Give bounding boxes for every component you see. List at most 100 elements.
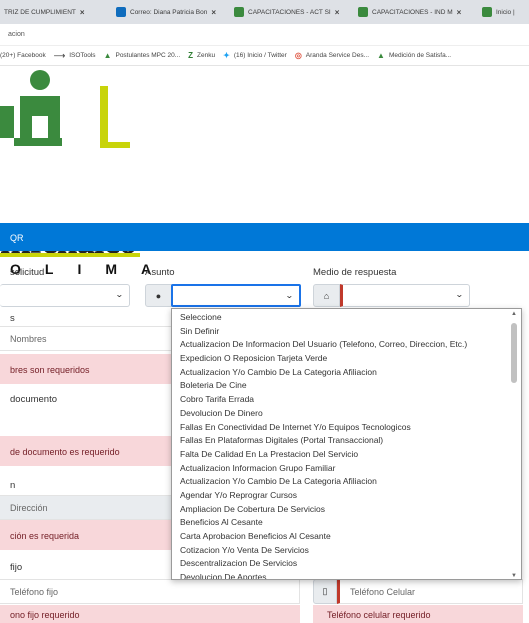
asunto-option[interactable]: Actualizacion De Informacion Del Usuario…	[180, 338, 510, 352]
asunto-option[interactable]: Devolucion De Aportes	[180, 571, 510, 579]
bookmark-label: Medición de Satisfa...	[388, 52, 452, 59]
documento-label: documento	[10, 394, 58, 405]
asunto-option[interactable]: Carta Aprobacion Beneficios Al Cesante	[180, 530, 510, 544]
tab-title: CAPACITACIONES - ACT SI	[248, 8, 331, 16]
asunto-addon: ●	[145, 284, 172, 307]
telefono-celular-placeholder: Teléfono Celular	[350, 587, 416, 597]
scroll-down-icon[interactable]: ▼	[511, 573, 517, 579]
asunto-option[interactable]: Agendar Y/o Reprograr Cursos	[180, 489, 510, 503]
address-text: acion	[8, 31, 25, 38]
close-tab-icon[interactable]: ×	[335, 8, 340, 17]
zenku-icon: Z	[188, 51, 194, 60]
asunto-option[interactable]: Cobro Tarifa Errada	[180, 393, 510, 407]
s-label: s	[10, 313, 15, 324]
browser-tab-bar: TRIZ DE CUMPLIMIENT × Correo: Diana Patr…	[0, 0, 529, 24]
n-label: n	[10, 480, 16, 491]
error-text: bres son requeridos	[10, 365, 90, 375]
outlook-icon	[116, 7, 126, 17]
bookmark-label: (20+) Facebook	[0, 52, 46, 59]
error-text: de documento es requerido	[10, 447, 120, 457]
medio-label: Medio de respuesta	[313, 267, 397, 278]
asunto-option[interactable]: Boleteria De Cine	[180, 379, 510, 393]
tab-title: Inicio |	[496, 8, 515, 16]
tab-title: TRIZ DE CUMPLIMIENT	[4, 8, 76, 16]
close-tab-icon[interactable]: ×	[211, 8, 216, 17]
scroll-thumb[interactable]	[511, 323, 517, 383]
telefono-celular-error: Teléfono celular requerido	[313, 605, 523, 623]
bookmark-label: Zenku	[197, 52, 216, 59]
bookmark-postulantes[interactable]: ▲ Postulantes MPC 20...	[104, 51, 181, 60]
arrow-icon: ⟶	[53, 51, 66, 60]
page-header: QR	[0, 223, 529, 251]
asunto-option[interactable]: Actualizacion Y/o Cambio De La Categoria…	[180, 475, 510, 489]
bookmark-twitter[interactable]: ✦ (16) Inicio / Twitter	[223, 51, 287, 60]
asunto-option[interactable]: Actualizacion Informacion Grupo Familiar	[180, 462, 510, 476]
medio-select[interactable]: ⌄	[340, 284, 470, 307]
asunto-option[interactable]: Cotizacion Y/o Venta De Servicios	[180, 544, 510, 558]
browser-tab[interactable]: Correo: Diana Patricia Bon ×	[112, 0, 230, 24]
telefono-celular-input[interactable]: Teléfono Celular	[337, 579, 523, 604]
asunto-option[interactable]: Falta De Calidad En La Prestacion Del Se…	[180, 448, 510, 462]
bank-icon	[358, 7, 368, 17]
bank-icon	[482, 7, 492, 17]
bookmark-zenku[interactable]: Z Zenku	[188, 51, 215, 60]
dropdown-scrollbar[interactable]: ▲ ▼	[510, 311, 519, 579]
bookmark-facebook[interactable]: (20+) Facebook	[0, 52, 46, 59]
telefono-fijo-input[interactable]: Teléfono fijo	[0, 579, 300, 604]
browser-tab[interactable]: CAPACITACIONES - ACT SI ×	[230, 0, 354, 24]
phone-icon: ▯	[322, 586, 328, 596]
aranda-icon: ◎	[294, 51, 302, 60]
bookmark-isotools[interactable]: ⟶ ISOTools	[54, 51, 96, 60]
bookmark-label: ISOTools	[69, 52, 96, 59]
medio-addon: ⌂	[313, 284, 340, 307]
asunto-option[interactable]: Ampliacion De Cobertura De Servicios	[180, 503, 510, 517]
nombres-placeholder: Nombres	[10, 334, 47, 344]
close-tab-icon[interactable]: ×	[80, 8, 85, 17]
error-text: Teléfono celular requerido	[327, 610, 431, 620]
address-bar[interactable]: acion	[0, 24, 529, 46]
twitter-icon: ✦	[223, 51, 230, 60]
asunto-option[interactable]: Seleccione	[180, 311, 510, 325]
bookmark-aranda[interactable]: ◎ Aranda Service Des...	[295, 51, 369, 60]
browser-tab[interactable]: CAPACITACIONES - IND M ×	[354, 0, 478, 24]
logo-figure-icon	[0, 70, 130, 148]
chevron-down-icon: ⌄	[455, 290, 465, 299]
solicitud-label: solicitud	[10, 267, 45, 278]
bookmarks-bar: (20+) Facebook ⟶ ISOTools ▲ Postulantes MP…	[0, 46, 529, 66]
error-text: ción es requerida	[10, 531, 80, 541]
chevron-down-icon: ⌄	[285, 291, 295, 300]
celular-addon: ▯	[313, 579, 337, 604]
asunto-option[interactable]: Beneficios Al Cesante	[180, 516, 510, 530]
asunto-option[interactable]: Fallas En Plataformas Digitales (Portal …	[180, 434, 510, 448]
tab-title: CAPACITACIONES - IND M	[372, 8, 453, 16]
error-text: ono fijo requerido	[10, 610, 80, 620]
telefono-fijo-error: ono fijo requerido	[0, 605, 300, 623]
bookmark-label: (16) Inicio / Twitter	[233, 52, 287, 59]
bank-icon	[234, 7, 244, 17]
asunto-select[interactable]: ⌄	[171, 284, 301, 307]
browser-tab[interactable]: Inicio |	[478, 0, 529, 24]
bookmark-medicion[interactable]: ▲ Medición de Satisfa...	[377, 51, 451, 60]
logo-bar	[0, 253, 140, 257]
asunto-option[interactable]: Devolucion De Dinero	[180, 407, 510, 421]
scroll-up-icon[interactable]: ▲	[511, 311, 517, 317]
solicitud-select[interactable]: ⌄	[0, 284, 130, 307]
asunto-option[interactable]: Actualizacion Y/o Cambio De La Categoria…	[180, 366, 510, 380]
bank-icon: ▲	[377, 51, 385, 60]
bookmark-label: Aranda Service Des...	[305, 52, 370, 59]
asunto-option[interactable]: Expedicion O Reposicion Tarjeta Verde	[180, 352, 510, 366]
tab-title: Correo: Diana Patricia Bon	[130, 8, 208, 16]
asunto-option[interactable]: Sin Definir	[180, 325, 510, 339]
asunto-label: Asunto	[145, 267, 175, 278]
asunto-option[interactable]: Fallas En Conectividad De Internet Y/o E…	[180, 421, 510, 435]
asunto-option[interactable]: Descentralizacion De Servicios	[180, 557, 510, 571]
asunto-dropdown-list[interactable]: Seleccione Sin Definir Actualizacion De In…	[171, 308, 522, 580]
bank-icon: ▲	[103, 51, 112, 60]
chevron-down-icon: ⌄	[115, 290, 125, 299]
browser-tab[interactable]: TRIZ DE CUMPLIMIENT ×	[0, 0, 112, 24]
page-title: QR	[10, 233, 24, 243]
home-icon: ⌂	[323, 290, 330, 301]
direccion-placeholder: Dirección	[10, 503, 48, 513]
comfenalco-logo: mfenalco OLIMA	[0, 66, 151, 277]
close-tab-icon[interactable]: ×	[457, 8, 462, 17]
